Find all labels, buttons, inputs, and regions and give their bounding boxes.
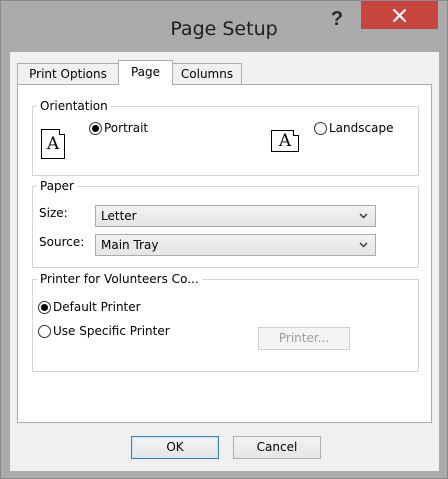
landscape-label: Landscape <box>329 121 394 135</box>
default-printer-label: Default Printer <box>53 300 141 314</box>
portrait-radio[interactable]: Portrait <box>89 121 148 135</box>
chevron-down-icon <box>359 213 368 219</box>
tab-label: Page <box>130 65 161 79</box>
portrait-page-icon: A <box>41 129 65 159</box>
tab-columns[interactable]: Columns <box>172 63 242 85</box>
tab-label: Print Options <box>29 67 107 81</box>
specific-printer-radio-dot[interactable] <box>38 324 51 338</box>
size-label: Size: <box>39 206 68 220</box>
cancel-button[interactable]: Cancel <box>233 436 321 459</box>
landscape-radio-dot[interactable] <box>314 121 327 135</box>
default-printer-radio[interactable]: Default Printer <box>38 300 141 314</box>
size-value: Letter <box>101 209 137 223</box>
specific-printer-radio[interactable]: Use Specific Printer <box>38 324 170 338</box>
source-value: Main Tray <box>101 238 159 252</box>
tab-page[interactable]: Page <box>118 60 173 85</box>
printer-button[interactable]: Printer... <box>258 327 350 350</box>
source-label: Source: <box>39 235 85 249</box>
page-setup-dialog: Page Setup ? Print Options Page Columns … <box>0 0 448 479</box>
landscape-icon-letter: A <box>278 131 292 151</box>
close-icon <box>393 9 406 22</box>
size-dropdown[interactable]: Letter <box>95 205 376 227</box>
portrait-radio-dot[interactable] <box>89 121 102 135</box>
paper-group: Paper Size: Letter Source: Main Tray <box>32 178 419 268</box>
tab-panel-page: Orientation A Portrait A Landscape Paper… <box>17 84 432 423</box>
portrait-label: Portrait <box>104 121 149 135</box>
paper-legend: Paper <box>37 178 77 194</box>
orientation-group: Orientation A Portrait A Landscape <box>32 98 419 176</box>
landscape-radio[interactable]: Landscape <box>314 121 393 135</box>
printer-legend: Printer for Volunteers Co... <box>37 271 202 287</box>
default-printer-radio-dot[interactable] <box>38 300 51 314</box>
orientation-legend: Orientation <box>37 98 111 114</box>
landscape-page-icon: A <box>271 130 299 152</box>
chevron-down-icon <box>359 242 368 248</box>
printer-group: Printer for Volunteers Co... Default Pri… <box>32 271 419 372</box>
portrait-icon-letter: A <box>46 134 60 154</box>
ok-button[interactable]: OK <box>131 436 219 459</box>
source-dropdown[interactable]: Main Tray <box>95 234 376 256</box>
help-button[interactable]: ? <box>324 7 350 31</box>
tab-print-options[interactable]: Print Options <box>17 63 119 85</box>
tab-label: Columns <box>180 67 234 81</box>
close-button[interactable] <box>361 1 438 29</box>
specific-printer-label: Use Specific Printer <box>53 324 170 338</box>
title-bar[interactable]: Page Setup ? <box>1 1 447 41</box>
